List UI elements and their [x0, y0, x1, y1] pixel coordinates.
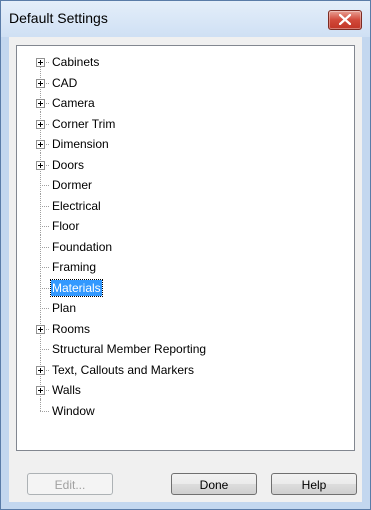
tree-item-label: Corner Trim	[52, 116, 116, 131]
tree-item[interactable]: Framing	[17, 255, 347, 276]
tree-connector-line	[40, 398, 41, 411]
expand-plus-icon[interactable]	[36, 78, 45, 88]
title-bar[interactable]: Default Settings	[1, 1, 370, 37]
tree-connector-line	[40, 296, 41, 317]
tree-item-label: Electrical	[52, 198, 101, 213]
tree-item[interactable]: Window	[17, 398, 347, 420]
tree-connector-line	[40, 255, 41, 276]
default-settings-dialog: Default Settings Cabinets CAD Camera Corner…	[0, 0, 371, 510]
tree-branch-line	[40, 267, 49, 268]
tree-branch-line	[40, 410, 49, 412]
expand-plus-icon[interactable]	[36, 99, 45, 108]
tree-branch-line	[40, 226, 49, 227]
tree-item-label: Rooms	[52, 321, 91, 336]
tree-connector-line	[40, 173, 41, 194]
tree-item-label: CAD	[52, 75, 78, 90]
tree-item-label: Foundation	[52, 239, 113, 254]
tree-item[interactable]: Corner Trim	[17, 111, 347, 133]
tree-branch-line	[40, 308, 49, 309]
tree-item-label: Framing	[52, 260, 97, 274]
edit-button[interactable]: Edit...	[27, 473, 113, 495]
tree-connector-line	[40, 234, 41, 256]
tree-item-label: Dormer	[52, 178, 93, 192]
tree-branch-line	[40, 246, 49, 248]
tree-connector-line	[40, 275, 41, 297]
tree-item[interactable]: Rooms	[17, 316, 347, 338]
expand-plus-icon[interactable]	[36, 119, 45, 129]
tree-item-label: Structural Member Reporting	[52, 342, 207, 356]
tree-item-label: Materials	[50, 278, 103, 297]
expand-plus-icon[interactable]	[36, 160, 45, 170]
done-button[interactable]: Done	[171, 473, 257, 495]
tree-item[interactable]: Text, Callouts and Markers	[17, 357, 347, 379]
tree-branch-line	[40, 287, 49, 289]
tree-item-label: Camera	[52, 96, 95, 110]
window-title: Default Settings	[9, 10, 108, 26]
tree-item[interactable]: Dimension	[17, 132, 347, 153]
expand-plus-icon[interactable]	[36, 58, 45, 67]
tree-connector-line	[40, 214, 41, 235]
tree-item[interactable]: Structural Member Reporting	[17, 337, 347, 358]
tree-connector-line	[40, 337, 41, 358]
tree-branch-line	[40, 185, 49, 186]
help-button[interactable]: Help	[271, 473, 357, 495]
tree-item[interactable]: CAD	[17, 70, 347, 92]
tree-item[interactable]: Plan	[17, 296, 347, 317]
tree-item-label: Doors	[52, 157, 85, 172]
expand-plus-icon[interactable]	[36, 365, 45, 375]
tree-item-label: Plan	[52, 301, 77, 315]
tree-connector-line	[40, 193, 41, 215]
tree-item-label: Dimension	[52, 137, 109, 151]
expand-plus-icon[interactable]	[36, 324, 45, 334]
tree-item[interactable]: Walls	[17, 378, 347, 399]
tree-item-label: Window	[52, 403, 95, 418]
tree-item[interactable]: Camera	[17, 91, 347, 112]
tree-item[interactable]: Electrical	[17, 193, 347, 215]
settings-tree[interactable]: Cabinets CAD Camera Corner Trim Dimension Doo…	[16, 45, 355, 451]
tree-item-label: Walls	[52, 383, 81, 397]
tree-item-label: Floor	[52, 219, 80, 233]
dialog-body: Cabinets CAD Camera Corner Trim Dimension Doo…	[9, 37, 362, 502]
tree-item[interactable]: Cabinets	[17, 53, 347, 74]
tree-branch-line	[40, 349, 49, 350]
tree-item[interactable]: Floor	[17, 214, 347, 235]
tree-item-label: Cabinets	[52, 55, 100, 69]
tree-item[interactable]: Doors	[17, 152, 347, 174]
expand-plus-icon[interactable]	[36, 386, 45, 395]
tree-item[interactable]: Foundation	[17, 234, 347, 256]
tree-item[interactable]: Dormer	[17, 173, 347, 194]
tree-item[interactable]: Materials	[17, 275, 347, 297]
expand-plus-icon[interactable]	[36, 140, 45, 149]
close-icon	[339, 14, 351, 25]
tree-branch-line	[40, 205, 49, 207]
close-button[interactable]	[328, 10, 362, 30]
tree-item-label: Text, Callouts and Markers	[52, 362, 195, 377]
